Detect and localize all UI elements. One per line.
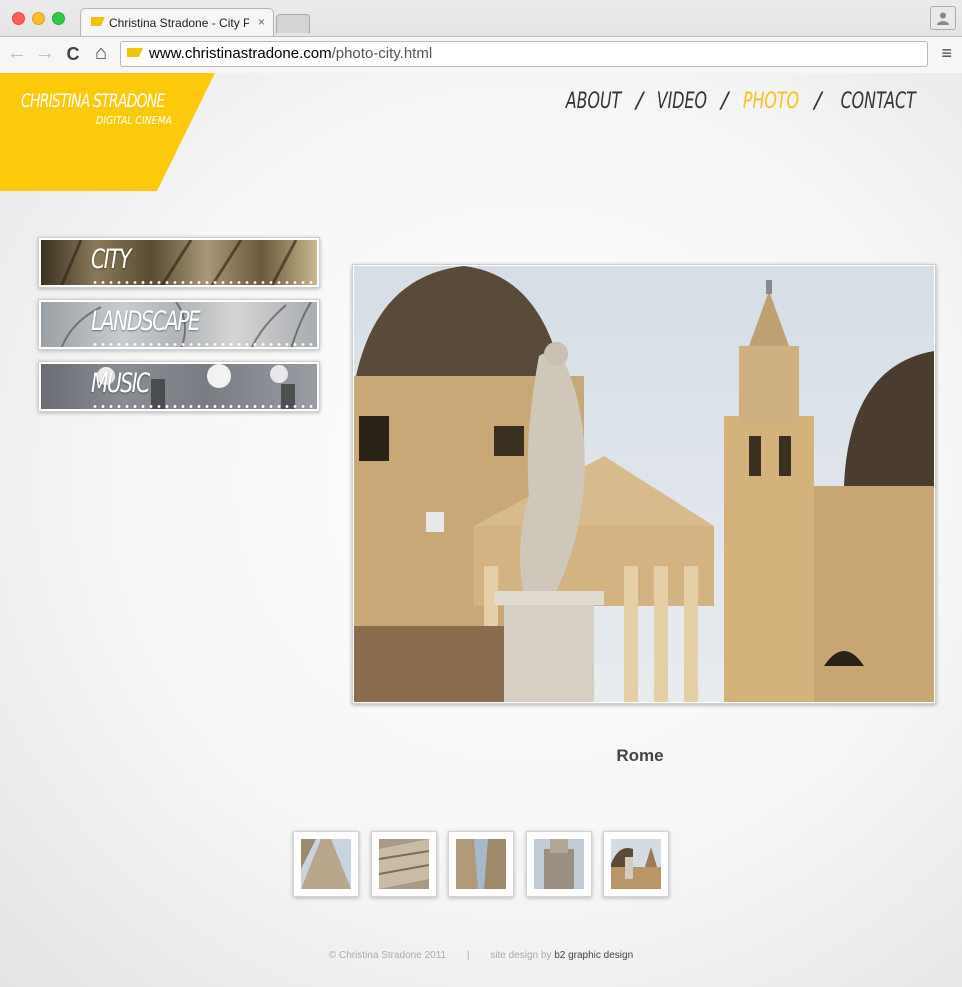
nav-separator: / (814, 89, 822, 114)
browser-chrome: Christina Stradone - City Photo × ← → C … (0, 0, 962, 73)
url-domain: www.christinastradone.com (149, 45, 332, 62)
browser-menu-icon[interactable]: ≡ (941, 43, 952, 64)
thumbnail-image (534, 839, 584, 889)
thumbnail-image (456, 839, 506, 889)
thumbnail-4[interactable] (526, 831, 592, 897)
category-landscape-label: LANDSCAPE (91, 306, 201, 337)
new-tab-button[interactable] (276, 14, 310, 33)
page: CHRISTINA STRADONE DIGITAL CINEMA ABOUT … (0, 73, 962, 987)
category-city-image (41, 240, 317, 285)
thumbnail-image (611, 839, 661, 889)
category-landscape-button[interactable]: LANDSCAPE (38, 299, 320, 350)
favicon-icon (91, 17, 105, 26)
browser-tab[interactable]: Christina Stradone - City Photo × (80, 8, 274, 37)
maximize-window-button[interactable] (52, 12, 65, 25)
person-icon (937, 12, 949, 25)
forward-icon[interactable]: → (34, 42, 56, 65)
nav-separator: / (720, 89, 729, 114)
site-favicon-icon (127, 48, 143, 57)
category-dots (91, 343, 315, 346)
nav-contact[interactable]: CONTACT (840, 89, 915, 114)
category-music-button[interactable]: MUSIC (38, 361, 320, 412)
footer-credit-prefix: site design by (490, 950, 555, 961)
url-path: /photo-city.html (331, 45, 433, 62)
music-photo-decoration (97, 364, 295, 409)
logo-tagline: DIGITAL CINEMA (96, 114, 173, 127)
main-nav: ABOUT / VIDEO / PHOTO / CONTACT (555, 89, 930, 114)
city-photo-decoration (60, 240, 298, 285)
profile-button[interactable] (930, 6, 956, 30)
thumbnail-1[interactable] (293, 831, 359, 897)
logo-name[interactable]: CHRISTINA STRADONE (21, 90, 165, 112)
thumbnail-5[interactable] (603, 831, 669, 897)
thumbnail-3[interactable] (448, 831, 514, 897)
category-music-label: MUSIC (91, 368, 150, 399)
nav-photo[interactable]: PHOTO (743, 89, 799, 114)
thumbnail-image (301, 839, 351, 889)
url-text: www.christinastradone.com/photo-city.htm… (149, 45, 432, 62)
back-icon[interactable]: ← (6, 42, 28, 65)
category-music-image (41, 364, 317, 409)
footer-separator: | (466, 950, 470, 961)
main-photo[interactable] (352, 264, 936, 704)
category-city-button[interactable]: CITY (38, 237, 320, 288)
footer: © Christina Stradone 2011 | site design … (0, 950, 962, 961)
tab-close-icon[interactable]: × (258, 15, 265, 29)
nav-video[interactable]: VIDEO (657, 89, 707, 114)
category-dots (91, 405, 315, 408)
footer-credit-link[interactable]: b2 graphic design (554, 950, 633, 961)
footer-copyright: © Christina Stradone 2011 (328, 950, 447, 961)
thumbnail-image (379, 839, 429, 889)
category-dots (91, 281, 315, 284)
category-city-label: CITY (91, 244, 131, 275)
reload-icon[interactable]: C (62, 44, 84, 65)
minimize-window-button[interactable] (32, 12, 45, 25)
close-window-button[interactable] (12, 12, 25, 25)
browser-toolbar: ← → C ⌂ www.christinastradone.com/photo-… (0, 36, 962, 73)
home-icon[interactable]: ⌂ (90, 42, 112, 65)
address-bar[interactable]: www.christinastradone.com/photo-city.htm… (120, 41, 928, 67)
photo-caption: Rome (616, 746, 664, 765)
tab-title: Christina Stradone - City Photo (109, 16, 249, 30)
nav-about[interactable]: ABOUT (566, 89, 621, 114)
rome-photo (354, 266, 934, 702)
thumbnail-2[interactable] (371, 831, 437, 897)
nav-separator: / (635, 89, 644, 114)
